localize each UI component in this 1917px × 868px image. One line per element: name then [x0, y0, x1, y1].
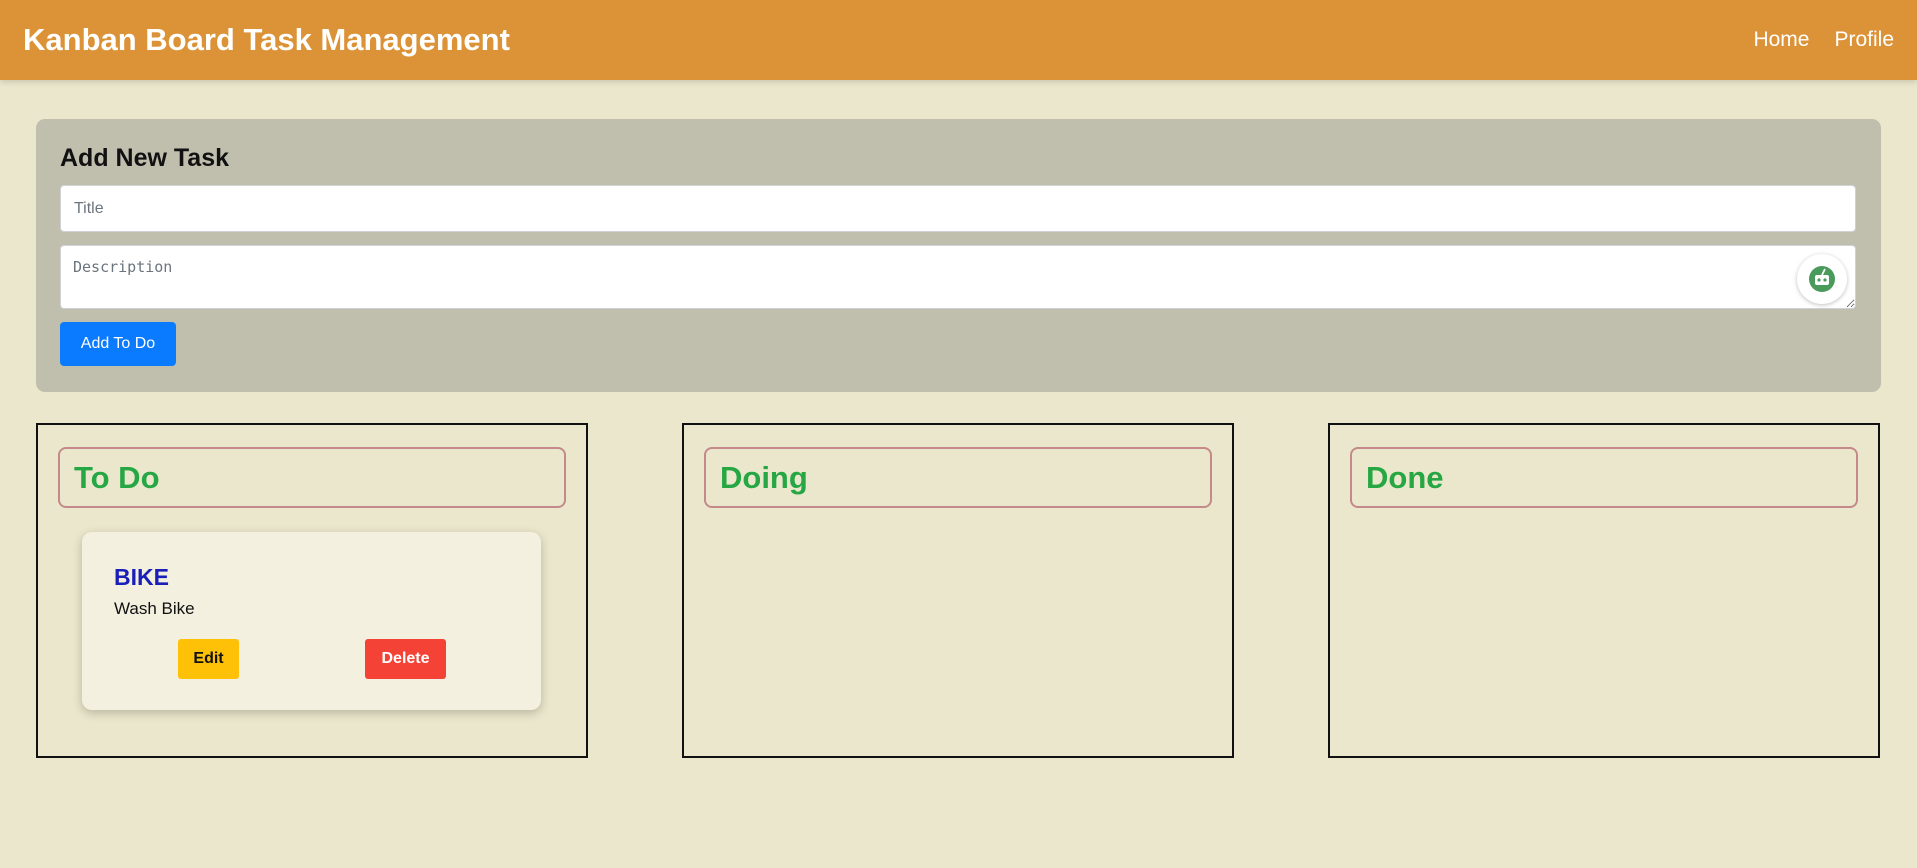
form-heading: Add New Task — [60, 144, 230, 172]
task-card[interactable]: BIKE Wash Bike Edit Delete — [82, 532, 541, 710]
task-title-input[interactable] — [60, 185, 1856, 232]
column-title-done: Done — [1366, 459, 1444, 495]
nav-links: Home Profile — [1753, 28, 1894, 52]
column-doing: Doing — [682, 423, 1234, 758]
delete-task-button[interactable]: Delete — [365, 639, 446, 679]
add-task-form: Add New Task Add To Do — [36, 119, 1881, 392]
column-done: Done — [1328, 423, 1880, 758]
top-navbar: Kanban Board Task Management Home Profil… — [0, 0, 1917, 80]
task-description: Wash Bike — [114, 599, 195, 618]
column-header-done: Done — [1350, 447, 1858, 508]
column-header-doing: Doing — [704, 447, 1212, 508]
robot-assistant-icon[interactable] — [1797, 254, 1847, 304]
add-todo-button[interactable]: Add To Do — [60, 322, 176, 366]
column-title-doing: Doing — [720, 459, 808, 495]
edit-task-button[interactable]: Edit — [178, 639, 239, 679]
column-header-todo: To Do — [58, 447, 566, 508]
nav-link-profile[interactable]: Profile — [1834, 28, 1894, 52]
robot-icon-graphic — [1809, 266, 1835, 292]
app-title: Kanban Board Task Management — [23, 22, 510, 57]
task-title: BIKE — [114, 564, 169, 590]
task-description-input[interactable] — [60, 245, 1856, 309]
column-todo: To Do BIKE Wash Bike Edit Delete — [36, 423, 588, 758]
column-title-todo: To Do — [74, 459, 160, 495]
nav-link-home[interactable]: Home — [1753, 28, 1809, 52]
